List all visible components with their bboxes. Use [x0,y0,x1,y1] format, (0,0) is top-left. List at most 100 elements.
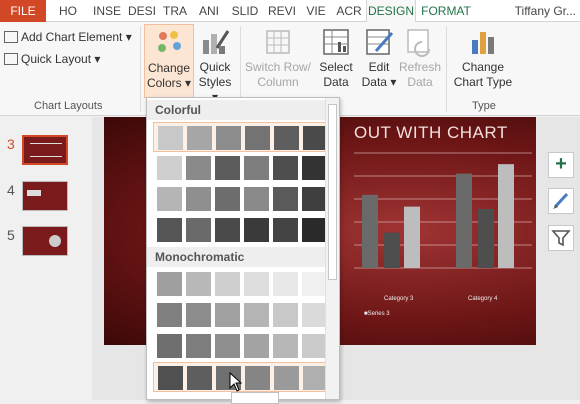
color-swatch [158,126,183,150]
color-swatch [244,303,269,327]
color-swatch [244,156,269,180]
tab-chart-design[interactable]: DESIGN [366,0,416,23]
group-separator [446,26,447,112]
refresh-data-button[interactable]: Refresh Data [398,24,442,98]
colorful-color-option[interactable] [153,153,339,183]
group-separator [140,26,141,112]
color-swatch [302,218,327,242]
colorful-color-option[interactable] [153,184,339,214]
color-swatch [273,218,298,242]
chart-area[interactable] [354,149,534,329]
paintbrush-icon [203,30,230,54]
color-swatch [186,272,211,296]
chart-bar[interactable] [478,209,494,268]
colorful-color-option[interactable] [153,215,339,245]
tab-animations[interactable]: ANI [192,0,226,22]
monochromatic-color-option[interactable] [153,362,339,392]
chart-filters-button[interactable] [548,225,574,251]
add-chart-element-label: Add Chart Element [21,30,123,44]
color-swatch [186,187,211,211]
tab-home[interactable]: HO [50,0,86,22]
color-swatch [186,218,211,242]
monochromatic-color-option[interactable] [153,269,339,299]
change-colors-gallery: Colorful Monochromatic [146,97,340,400]
switch-row-column-button[interactable]: Switch Row/ Column [244,24,312,98]
color-swatch [273,303,298,327]
monochromatic-color-option[interactable] [153,300,339,330]
tab-chart-format[interactable]: FORMAT [418,0,474,22]
slide-thumbnail-5[interactable] [22,226,68,256]
quick-styles-button[interactable]: Quick Styles ▾ [194,24,236,104]
color-swatch [274,126,299,150]
mouse-cursor-icon [229,372,243,392]
tab-transitions[interactable]: TRA [158,0,192,22]
color-swatch [215,303,240,327]
monochromatic-color-option[interactable] [153,331,339,361]
quick-layout-icon [4,53,18,65]
slide-thumbnail-3[interactable] [22,135,68,165]
colorful-color-option[interactable] [153,122,339,152]
user-name[interactable]: Tiffany Gr... [515,0,576,22]
refresh-data-label-2: Data [407,75,433,89]
color-swatch [215,218,240,242]
chart-styles-button[interactable] [548,188,574,214]
edit-data-icon [366,29,394,55]
category-3-label: Category 3 [384,296,414,302]
ribbon-tab-bar: FILE HO INSE DESI TRA ANI SLID REVI VIE … [0,0,580,23]
color-swatch [273,334,298,358]
color-swatch [187,366,212,390]
color-swatch [157,187,182,211]
brush-icon [553,192,569,209]
color-swatch [273,187,298,211]
tab-insert[interactable]: INSE [88,0,126,22]
change-colors-label-1: Change [147,61,191,75]
switch-row-column-label-1: Switch Row/ [244,60,312,74]
quick-layout-button[interactable]: Quick Layout ▾ [4,52,100,66]
color-swatch [302,334,327,358]
refresh-data-icon [407,29,430,57]
color-swatch [302,187,327,211]
color-swatch [186,334,211,358]
select-data-button[interactable]: Select Data [314,24,358,98]
gallery-scrollbar-thumb[interactable] [328,104,337,280]
slide-number-4: 4 [7,182,15,198]
color-swatch [244,218,269,242]
color-swatch [215,187,240,211]
edit-data-button[interactable]: Edit Data ▾ [360,24,398,98]
slide-number-5: 5 [7,227,15,243]
legend-series-3: ■Series 3 [364,311,390,317]
color-swatch [244,187,269,211]
color-swatch [244,272,269,296]
color-swatch [186,156,211,180]
color-swatch [274,366,299,390]
slides-thumbnail-pane: 3 4 5 [0,117,92,400]
change-chart-type-button[interactable]: Change Chart Type [452,24,514,98]
slide-thumbnail-4[interactable] [22,181,68,211]
change-chart-type-label-1: Change [461,60,505,74]
tab-design-main[interactable]: DESI [126,0,158,22]
thumbnail-content [49,235,61,247]
chart-bar[interactable] [404,206,420,268]
slide-title[interactable]: OUT WITH CHART [354,123,508,143]
tab-review[interactable]: REVI [264,0,300,22]
tab-slideshow[interactable]: SLID [226,0,264,22]
add-chart-element-icon [4,31,18,43]
gallery-scrollbar[interactable] [325,98,339,399]
change-colors-button[interactable]: Change Colors ▾ [144,24,194,98]
tab-file[interactable]: FILE [0,0,46,22]
palette-icon [158,31,181,52]
color-swatch [244,334,269,358]
color-swatch [187,126,212,150]
add-chart-element-button[interactable]: Add Chart Element ▾ [4,30,132,44]
tab-view[interactable]: VIE [300,0,332,22]
chart-bar[interactable] [456,173,472,268]
chart-bar[interactable] [384,232,400,268]
tab-acrobat[interactable]: ACR [332,0,366,22]
select-data-icon [323,29,349,55]
chart-elements-button[interactable]: + [548,152,574,178]
chart-bar[interactable] [498,164,514,268]
select-data-label-1: Select [319,60,353,74]
select-data-label-2: Data [323,75,349,89]
chart-bar[interactable] [362,194,378,268]
chart-type-icon [472,32,494,54]
